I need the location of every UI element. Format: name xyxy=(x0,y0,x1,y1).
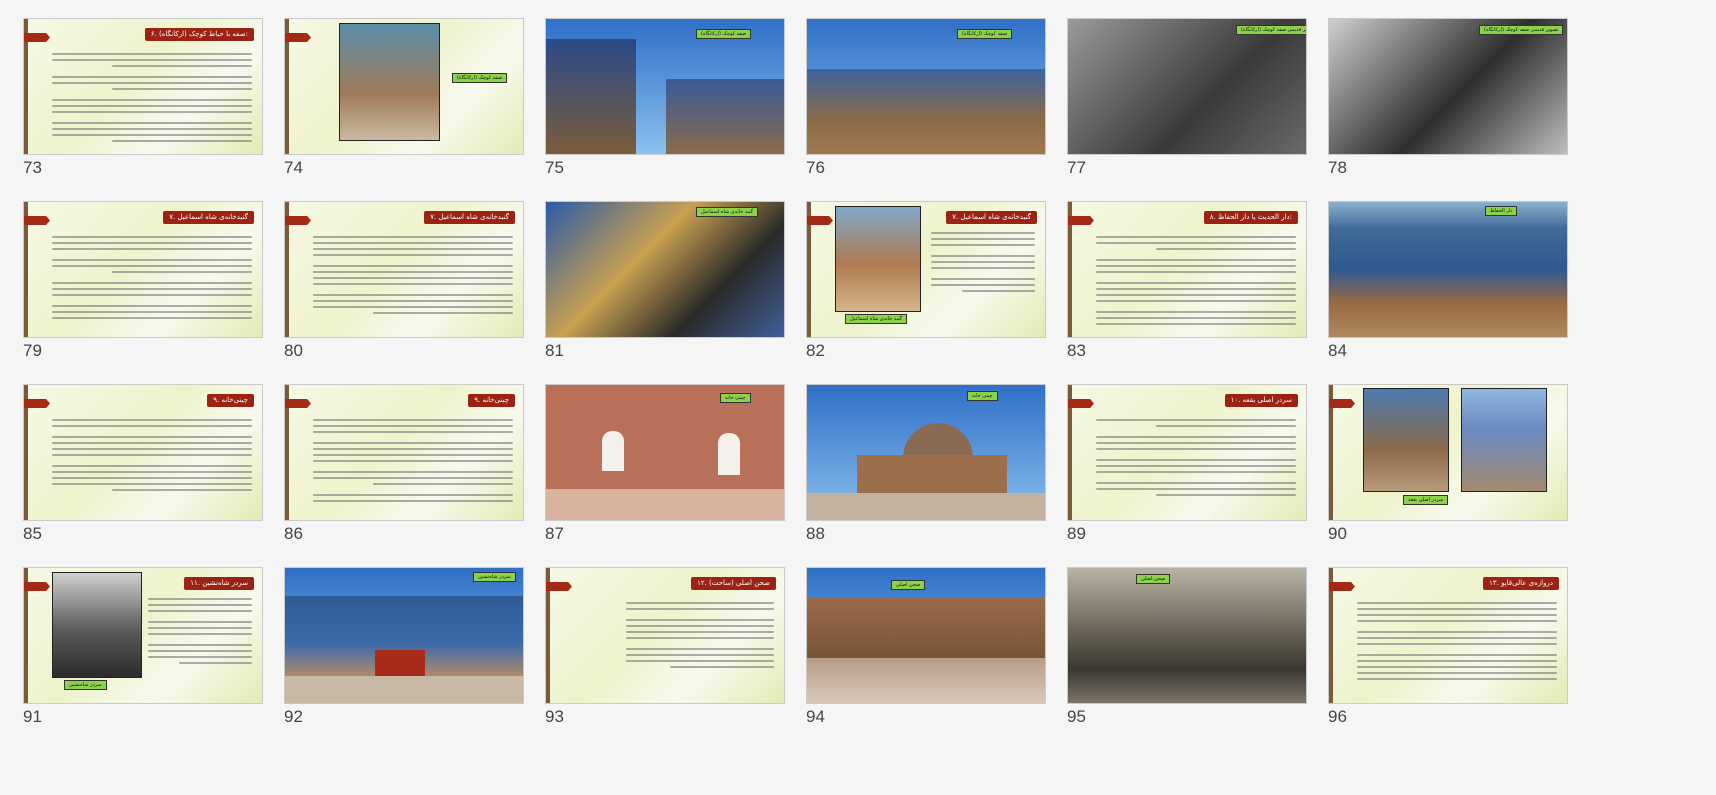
slide-thumbnail[interactable]: ۷. گنبدخانه‌ی شاه اسماعیل 80 xyxy=(284,201,524,391)
slide-preview[interactable]: صفه کوچک (ارکانگاه) xyxy=(545,18,785,155)
slide-number: 84 xyxy=(1328,341,1347,360)
slide-preview[interactable]: ۷. گنبدخانه‌ی شاه اسماعیل گنبد خانه‌ی شا… xyxy=(806,201,1046,338)
slide-thumbnail[interactable]: تصویر قدیمی صفه کوچک (ارکانگاه) 77 xyxy=(1067,18,1307,208)
slide-number: 78 xyxy=(1328,158,1347,177)
slide-number: 85 xyxy=(23,524,42,543)
slide-number: 82 xyxy=(806,341,825,360)
slide-preview[interactable]: تصویر قدیمی صفه کوچک (ارکانگاه) xyxy=(1328,18,1568,155)
slide-preview[interactable]: ۹. چینی‌خانه xyxy=(284,384,524,521)
slide-thumbnail[interactable]: صفه کوچک (ارکانگاه) 76 xyxy=(806,18,1046,208)
slide-number: 74 xyxy=(284,158,303,177)
slide-number: 86 xyxy=(284,524,303,543)
slide-thumbnail[interactable]: چینی خانه 87 xyxy=(545,384,785,574)
slide-preview[interactable]: ۷. گنبدخانه‌ی شاه اسماعیل xyxy=(23,201,263,338)
slide-number: 91 xyxy=(23,707,42,726)
slide-title: ۷. گنبدخانه‌ی شاه اسماعیل xyxy=(946,211,1037,224)
slide-number: 75 xyxy=(545,158,564,177)
slide-thumbnail[interactable]: ۱۱. سردر شاه‌نشین سردر شاه‌نشین 91 xyxy=(23,567,263,757)
slide-title: ۹. چینی‌خانه xyxy=(468,394,515,407)
slide-thumbnail[interactable]: ۹. چینی‌خانه 86 xyxy=(284,384,524,574)
slide-title: ۱۱. سردر شاه‌نشین xyxy=(184,577,254,590)
slide-thumbnail[interactable]: ۷. گنبدخانه‌ی شاه اسماعیل 79 xyxy=(23,201,263,391)
slide-number: 79 xyxy=(23,341,42,360)
slide-thumbnail[interactable]: ۱۲. صحن اصلی (ساحت) 93 xyxy=(545,567,785,757)
slide-number: 88 xyxy=(806,524,825,543)
slide-number: 73 xyxy=(23,158,42,177)
slide-thumbnail[interactable]: گنبد خانه‌ی شاه اسماعیل 81 xyxy=(545,201,785,391)
slide-thumbnail[interactable]: صحن اصلی 95 xyxy=(1067,567,1307,757)
slide-preview[interactable]: صفه کوچک (ارکانگاه) xyxy=(284,18,524,155)
slide-thumbnail[interactable]: ۸. دار الحدیث یا دار الحفاظ: 83 xyxy=(1067,201,1307,391)
slide-preview[interactable]: ۶. صفه با حیاط کوچک (ارکانگاه): xyxy=(23,18,263,155)
slide-number: 92 xyxy=(284,707,303,726)
slide-preview[interactable]: گنبد خانه‌ی شاه اسماعیل xyxy=(545,201,785,338)
slide-preview[interactable]: دار الحفاظ xyxy=(1328,201,1568,338)
image-caption: چینی خانه xyxy=(967,391,998,401)
slide-thumbnail[interactable]: تصویر قدیمی صفه کوچک (ارکانگاه) 78 xyxy=(1328,18,1568,208)
image-caption: دار الحفاظ xyxy=(1485,206,1518,216)
slide-thumbnail[interactable]: دار الحفاظ 84 xyxy=(1328,201,1568,391)
slide-title: ۶. صفه با حیاط کوچک (ارکانگاه): xyxy=(144,28,254,41)
image-caption: صحن اصلی xyxy=(891,580,926,590)
slide-number: 76 xyxy=(806,158,825,177)
slide-number: 95 xyxy=(1067,707,1086,726)
slide-thumbnail[interactable]: چینی خانه 88 xyxy=(806,384,1046,574)
slide-preview[interactable]: ۸. دار الحدیث یا دار الحفاظ: xyxy=(1067,201,1307,338)
image-caption: چینی خانه xyxy=(720,393,751,403)
slide-preview[interactable]: صحن اصلی xyxy=(1067,567,1307,704)
slide-number: 94 xyxy=(806,707,825,726)
slide-title: ۱۳. دروازه‌ی عالی‌قاپو xyxy=(1483,577,1559,590)
slide-thumbnail[interactable]: صفه کوچک (ارکانگاه) 75 xyxy=(545,18,785,208)
slide-preview[interactable]: چینی خانه xyxy=(806,384,1046,521)
slide-preview[interactable]: صفه کوچک (ارکانگاه) xyxy=(806,18,1046,155)
image-caption: سردر اصلی بقعه xyxy=(1403,495,1449,505)
image-caption: صحن اصلی xyxy=(1136,574,1171,584)
slide-number: 81 xyxy=(545,341,564,360)
slide-number: 89 xyxy=(1067,524,1086,543)
image-caption: سردر شاه‌نشین xyxy=(64,680,107,690)
image-caption: صفه کوچک (ارکانگاه) xyxy=(452,73,508,83)
slide-title: ۱۰. سردر اصلی بقعه xyxy=(1224,394,1298,407)
slide-number: 77 xyxy=(1067,158,1086,177)
slide-thumbnail[interactable]: سردر اصلی بقعه 90 xyxy=(1328,384,1568,574)
slide-preview[interactable]: ۹. چینی‌خانه xyxy=(23,384,263,521)
slide-sorter-grid: ۶. صفه با حیاط کوچک (ارکانگاه): 73 صفه ک… xyxy=(0,0,1716,795)
image-caption: صفه کوچک (ارکانگاه) xyxy=(696,29,752,39)
slide-thumbnail[interactable]: ۶. صفه با حیاط کوچک (ارکانگاه): 73 xyxy=(23,18,263,208)
image-caption: تصویر قدیمی صفه کوچک (ارکانگاه) xyxy=(1479,25,1564,35)
image-caption: گنبد خانه‌ی شاه اسماعیل xyxy=(696,207,758,217)
image-caption: گنبد خانه‌ی شاه اسماعیل xyxy=(845,314,907,324)
slide-title: ۷. گنبدخانه‌ی شاه اسماعیل xyxy=(163,211,254,224)
slide-thumbnail[interactable]: صفه کوچک (ارکانگاه) 74 xyxy=(284,18,524,208)
slide-preview[interactable]: ۱۱. سردر شاه‌نشین سردر شاه‌نشین xyxy=(23,567,263,704)
slide-title: ۸. دار الحدیث یا دار الحفاظ: xyxy=(1203,211,1298,224)
slide-number: 80 xyxy=(284,341,303,360)
slide-preview[interactable]: ۱۳. دروازه‌ی عالی‌قاپو xyxy=(1328,567,1568,704)
slide-number: 93 xyxy=(545,707,564,726)
image-caption: سردر شاه‌نشین xyxy=(473,572,516,582)
slide-preview[interactable]: ۱۰. سردر اصلی بقعه xyxy=(1067,384,1307,521)
slide-number: 90 xyxy=(1328,524,1347,543)
slide-preview[interactable]: ۷. گنبدخانه‌ی شاه اسماعیل xyxy=(284,201,524,338)
image-caption: صفه کوچک (ارکانگاه) xyxy=(957,29,1013,39)
slide-thumbnail[interactable]: ۷. گنبدخانه‌ی شاه اسماعیل گنبد خانه‌ی شا… xyxy=(806,201,1046,391)
slide-number: 87 xyxy=(545,524,564,543)
slide-title: ۷. گنبدخانه‌ی شاه اسماعیل xyxy=(424,211,515,224)
slide-thumbnail[interactable]: ۱۳. دروازه‌ی عالی‌قاپو 96 xyxy=(1328,567,1568,757)
slide-preview[interactable]: ۱۲. صحن اصلی (ساحت) xyxy=(545,567,785,704)
slide-preview[interactable]: چینی خانه xyxy=(545,384,785,521)
slide-thumbnail[interactable]: صحن اصلی 94 xyxy=(806,567,1046,757)
image-caption: تصویر قدیمی صفه کوچک (ارکانگاه) xyxy=(1236,25,1306,35)
slide-title: ۱۲. صحن اصلی (ساحت) xyxy=(691,577,776,590)
slide-thumbnail[interactable]: سردر شاه‌نشین 92 xyxy=(284,567,524,757)
slide-preview[interactable]: سردر شاه‌نشین xyxy=(284,567,524,704)
slide-preview[interactable]: سردر اصلی بقعه xyxy=(1328,384,1568,521)
slide-preview[interactable]: صحن اصلی xyxy=(806,567,1046,704)
slide-number: 96 xyxy=(1328,707,1347,726)
slide-thumbnail[interactable]: ۱۰. سردر اصلی بقعه 89 xyxy=(1067,384,1307,574)
slide-preview[interactable]: تصویر قدیمی صفه کوچک (ارکانگاه) xyxy=(1067,18,1307,155)
slide-thumbnail[interactable]: ۹. چینی‌خانه 85 xyxy=(23,384,263,574)
slide-number: 83 xyxy=(1067,341,1086,360)
slide-title: ۹. چینی‌خانه xyxy=(207,394,254,407)
